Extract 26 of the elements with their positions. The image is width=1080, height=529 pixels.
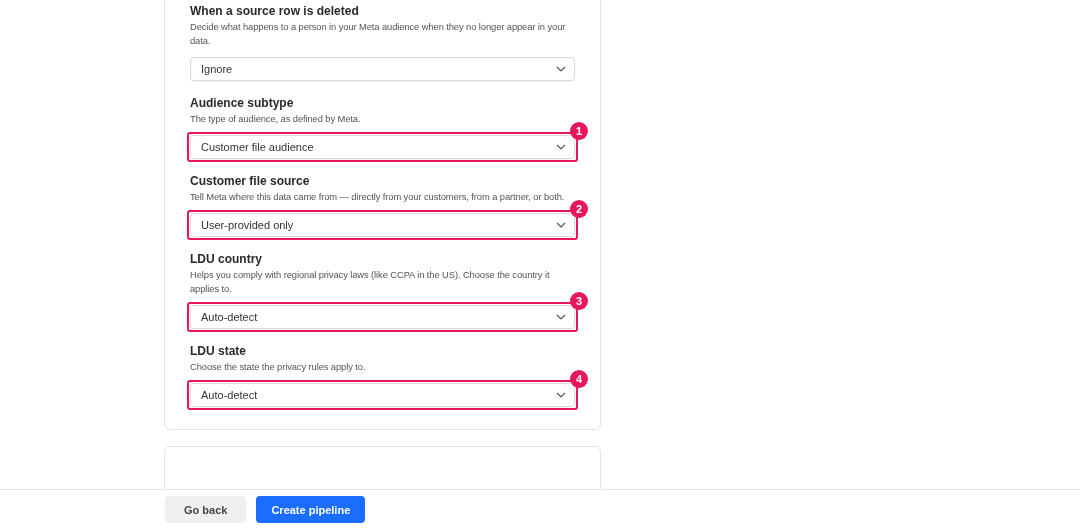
select-field[interactable]: Customer file audience: [190, 135, 575, 159]
annotation-badge: 3: [570, 292, 588, 310]
select-field[interactable]: Auto-detect: [190, 305, 575, 329]
field-description: Decide what happens to a person in your Meta audience when they no longer appear in your data.: [190, 20, 567, 48]
annotation-badge: 1: [570, 122, 588, 140]
select-field[interactable]: Ignore: [190, 57, 575, 81]
create-button[interactable]: Create pipeline: [256, 496, 366, 523]
field-label: When a source row is deleted: [190, 3, 360, 19]
chevron-down-icon: [556, 144, 566, 150]
select-field[interactable]: Auto-detect: [190, 383, 575, 407]
annotation-badge: 2: [570, 200, 588, 218]
chevron-down-icon: [556, 314, 566, 320]
field-description: The type of audience, as defined by Meta.: [190, 112, 362, 126]
chevron-down-icon: [556, 66, 566, 72]
field-label: LDU country: [190, 251, 263, 267]
field-description: Helps you comply with regional privacy laws (like CCPA in the US). Choose the country it applies to.: [190, 268, 551, 296]
annotation-badge: 4: [570, 370, 588, 388]
chevron-down-icon: [556, 392, 566, 398]
field-description: Choose the state the privacy rules apply to.: [190, 360, 367, 374]
field-label: Customer file source: [190, 173, 311, 189]
field-label: Audience subtype: [190, 95, 295, 111]
field-description: Tell Meta where this data came from — directly from your customers, from a partner, or both.: [190, 190, 566, 204]
chevron-down-icon: [556, 222, 566, 228]
select-field[interactable]: User-provided only: [190, 213, 575, 237]
back-button[interactable]: Go back: [165, 496, 247, 523]
field-label: LDU state: [190, 343, 247, 359]
